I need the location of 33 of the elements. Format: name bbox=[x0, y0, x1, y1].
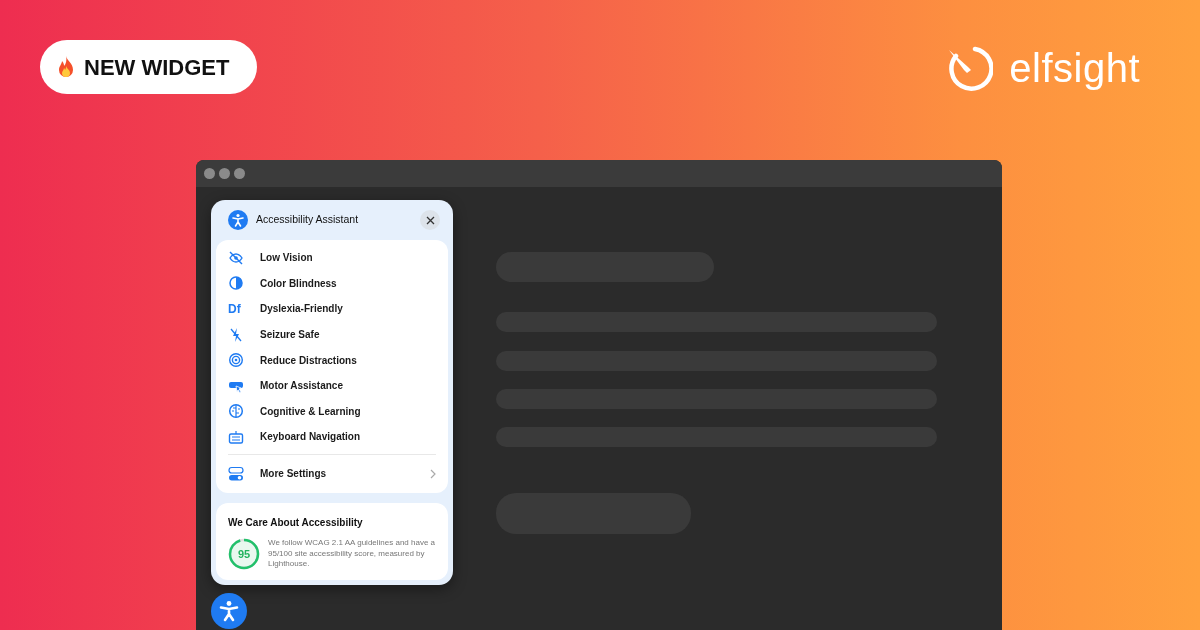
accessibility-icon bbox=[228, 210, 248, 230]
more-settings-item[interactable]: More Settings bbox=[228, 458, 436, 489]
score-value: 95 bbox=[237, 546, 251, 562]
window-dot bbox=[204, 168, 215, 179]
panel-title: Accessibility Assistant bbox=[256, 212, 360, 228]
menu-item[interactable]: Low Vision bbox=[228, 245, 436, 271]
target-icon bbox=[228, 352, 244, 369]
half-circle-icon bbox=[228, 275, 244, 292]
info-title: We Care About Accessibility bbox=[228, 515, 364, 530]
logo-text: elfsight bbox=[1009, 48, 1140, 88]
close-button[interactable] bbox=[420, 210, 440, 230]
menu-item[interactable]: Reduce Distractions bbox=[228, 347, 436, 373]
lightning-slash-icon bbox=[228, 326, 244, 343]
menu-item[interactable]: Keyboard Navigation bbox=[228, 424, 436, 450]
fire-icon bbox=[56, 55, 76, 79]
accessibility-button[interactable] bbox=[211, 593, 247, 630]
dyslexia-font-icon: Df bbox=[228, 300, 244, 318]
window-dot bbox=[234, 168, 245, 179]
menu-item[interactable]: Cognitive & Learning bbox=[228, 398, 436, 425]
toggle-switches-icon bbox=[228, 465, 244, 482]
keyboard-icon bbox=[228, 428, 244, 445]
menu-item[interactable]: Seizure Safe bbox=[228, 321, 436, 348]
close-icon bbox=[425, 215, 435, 225]
menu-item[interactable]: Df Dyslexia-Friendly bbox=[228, 296, 436, 322]
brain-icon bbox=[228, 403, 244, 420]
window-dot bbox=[219, 168, 230, 179]
new-widget-badge: NEW WIDGET bbox=[40, 40, 258, 94]
menu-item[interactable]: Motor Assistance bbox=[228, 372, 436, 399]
chevron-right-icon bbox=[430, 468, 436, 479]
eye-slash-icon bbox=[228, 249, 244, 266]
menu-item[interactable]: Color Blindness bbox=[228, 270, 436, 297]
accessibility-icon bbox=[218, 600, 240, 623]
info-text: We follow WCAG 2.1 AA guidelines and have a 95/100 site accessibility score, measured by Lighthouse. bbox=[268, 537, 436, 571]
